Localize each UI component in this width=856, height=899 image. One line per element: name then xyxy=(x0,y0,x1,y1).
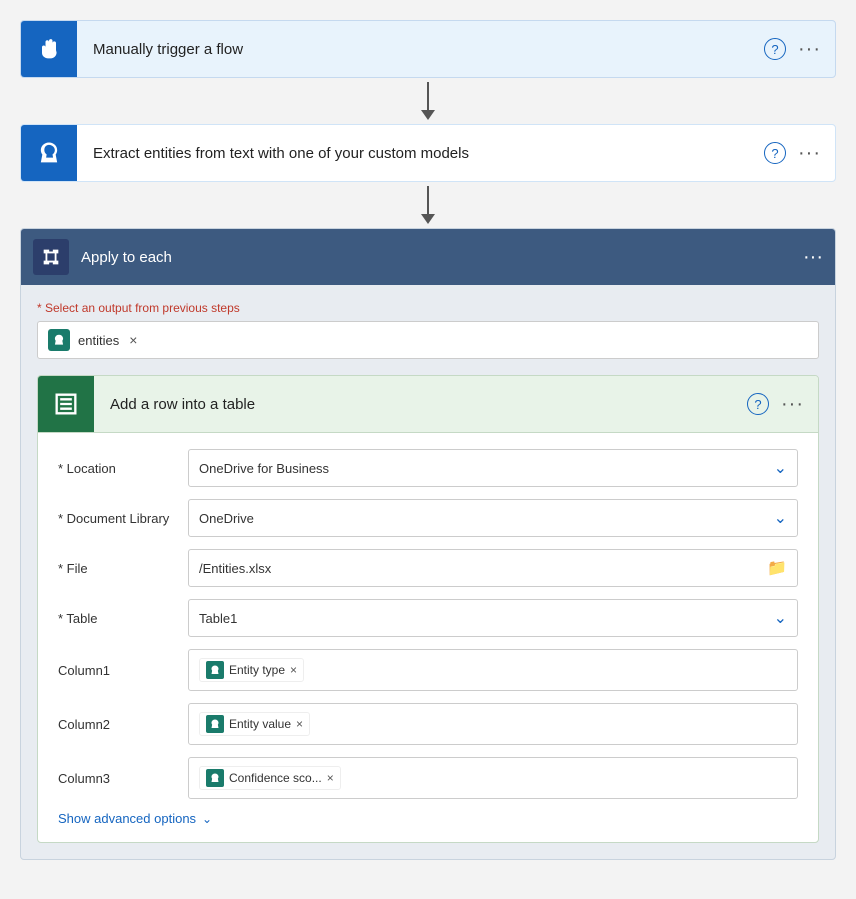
extract-help-icon[interactable]: ? xyxy=(764,142,786,164)
apply-each-body: * Select an output from previous steps e… xyxy=(21,285,835,859)
excel-logo-icon xyxy=(52,390,80,418)
output-label: * Select an output from previous steps xyxy=(37,301,819,315)
table-row: * Table Table1 ⌄ xyxy=(58,599,798,637)
add-row-card-title: Add a row into a table xyxy=(94,396,747,413)
extract-step-title: Extract entities from text with one of y… xyxy=(77,145,764,162)
column2-tag-row: Entity value × xyxy=(199,712,310,736)
column3-tag: Confidence sco... × xyxy=(199,766,341,790)
apply-each-icon xyxy=(33,239,69,275)
column1-tag-text: Entity type xyxy=(229,663,285,677)
column2-tag-icon xyxy=(206,715,224,733)
column1-field: Entity type × xyxy=(188,649,798,691)
entities-icon xyxy=(52,333,66,347)
confidence-score-icon xyxy=(209,772,221,784)
apply-each-more-icon[interactable]: ··· xyxy=(803,246,823,269)
table-label: * Table xyxy=(58,611,188,626)
flow-container: Manually trigger a flow ? ··· Extract en… xyxy=(20,20,836,860)
excel-icon xyxy=(38,376,94,432)
column1-tag-row: Entity type × xyxy=(199,658,304,682)
column1-label: Column1 xyxy=(58,663,188,678)
table-value: Table1 xyxy=(199,611,237,626)
entity-value-icon xyxy=(209,718,221,730)
column2-tag-text: Entity value xyxy=(229,717,291,731)
doc-library-row: * Document Library OneDrive ⌄ xyxy=(58,499,798,537)
entity-type-icon xyxy=(209,664,221,676)
column1-tag-icon xyxy=(206,661,224,679)
file-input[interactable]: /Entities.xlsx 📁 xyxy=(188,549,798,587)
trigger-step-card: Manually trigger a flow ? ··· xyxy=(20,20,836,78)
extract-step-icon xyxy=(21,125,77,181)
file-label: * File xyxy=(58,561,188,576)
output-tag-close[interactable]: × xyxy=(129,332,137,348)
doc-library-label: * Document Library xyxy=(58,511,188,526)
trigger-step-title: Manually trigger a flow xyxy=(77,41,764,58)
column3-tag-icon xyxy=(206,769,224,787)
file-row: * File /Entities.xlsx 📁 xyxy=(58,549,798,587)
file-value: /Entities.xlsx xyxy=(199,561,271,576)
brain-icon xyxy=(35,139,63,167)
hand-icon xyxy=(35,35,63,63)
folder-browse-icon[interactable]: 📁 xyxy=(767,558,787,578)
column2-field: Entity value × xyxy=(188,703,798,745)
add-row-card-actions: ? ··· xyxy=(747,393,818,416)
location-chevron-icon: ⌄ xyxy=(774,458,787,478)
connector-1 xyxy=(421,82,435,120)
column1-tag-close[interactable]: × xyxy=(290,663,297,677)
connector-arrow-1 xyxy=(421,110,435,120)
show-advanced-label: Show advanced options xyxy=(58,811,196,826)
column3-label: Column3 xyxy=(58,771,188,786)
column2-tag: Entity value × xyxy=(199,712,310,736)
apply-each-container: Apply to each ··· * Select an output fro… xyxy=(20,228,836,860)
column3-tag-close[interactable]: × xyxy=(327,771,334,785)
extract-more-icon[interactable]: ··· xyxy=(798,142,821,165)
loop-icon xyxy=(40,246,62,268)
location-dropdown[interactable]: OneDrive for Business ⌄ xyxy=(188,449,798,487)
column1-tag: Entity type × xyxy=(199,658,304,682)
location-value: OneDrive for Business xyxy=(199,461,329,476)
output-tag-text: entities xyxy=(78,333,119,348)
show-advanced-options[interactable]: Show advanced options ⌄ xyxy=(58,811,798,826)
column2-tag-close[interactable]: × xyxy=(296,717,303,731)
doc-library-dropdown[interactable]: OneDrive ⌄ xyxy=(188,499,798,537)
apply-each-header: Apply to each ··· xyxy=(21,229,835,285)
column3-row: Column3 Confidence sco... xyxy=(58,757,798,799)
add-row-card: Add a row into a table ? ··· * Location … xyxy=(37,375,819,843)
extract-step-card: Extract entities from text with one of y… xyxy=(20,124,836,182)
column3-field: Confidence sco... × xyxy=(188,757,798,799)
column3-tag-row: Confidence sco... × xyxy=(199,766,341,790)
output-tag-icon xyxy=(48,329,70,351)
output-field: entities × xyxy=(37,321,819,359)
column3-tag-text: Confidence sco... xyxy=(229,771,322,785)
trigger-help-icon[interactable]: ? xyxy=(764,38,786,60)
location-row: * Location OneDrive for Business ⌄ xyxy=(58,449,798,487)
connector-arrow-2 xyxy=(421,214,435,224)
add-row-help-icon[interactable]: ? xyxy=(747,393,769,415)
doc-library-chevron-icon: ⌄ xyxy=(774,508,787,528)
add-row-card-header: Add a row into a table ? ··· xyxy=(38,376,818,433)
add-row-more-icon[interactable]: ··· xyxy=(781,393,804,416)
trigger-step-actions: ? ··· xyxy=(764,38,835,61)
show-advanced-chevron-icon: ⌄ xyxy=(202,812,212,826)
connector-2 xyxy=(421,186,435,224)
connector-line-1 xyxy=(427,82,429,110)
column1-row: Column1 Entity type xyxy=(58,649,798,691)
table-dropdown[interactable]: Table1 ⌄ xyxy=(188,599,798,637)
trigger-more-icon[interactable]: ··· xyxy=(798,38,821,61)
column2-label: Column2 xyxy=(58,717,188,732)
location-label: * Location xyxy=(58,461,188,476)
apply-each-title: Apply to each xyxy=(81,249,803,266)
add-row-card-body: * Location OneDrive for Business ⌄ * Doc… xyxy=(38,433,818,842)
connector-line-2 xyxy=(427,186,429,214)
column2-row: Column2 Entity value xyxy=(58,703,798,745)
trigger-step-icon xyxy=(21,21,77,77)
table-chevron-icon: ⌄ xyxy=(774,608,787,628)
doc-library-value: OneDrive xyxy=(199,511,254,526)
extract-step-actions: ? ··· xyxy=(764,142,835,165)
